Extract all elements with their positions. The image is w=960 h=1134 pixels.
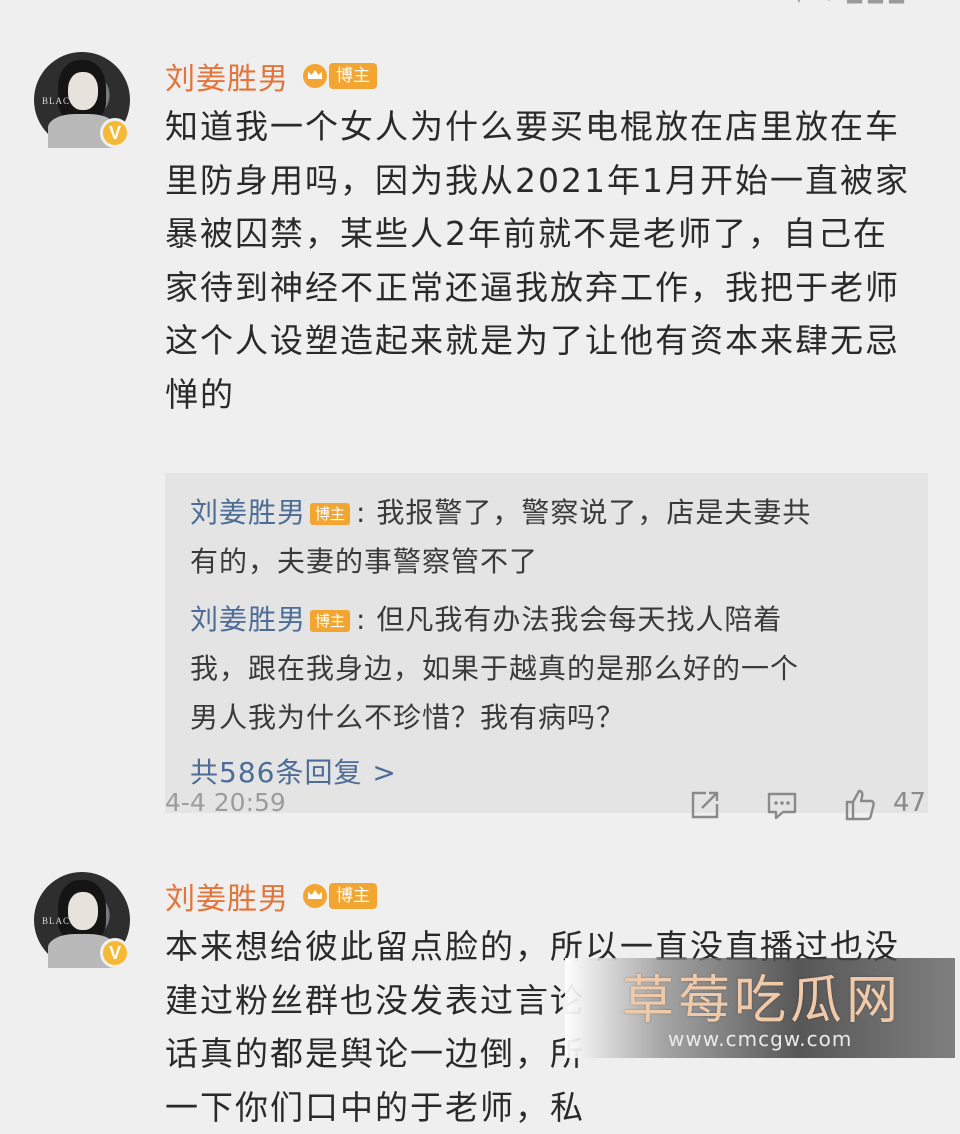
reply-text-line: 但凡我有办法我会每天找人陪着	[376, 603, 782, 636]
reply-box: 刘姜胜男博主: 我报警了，警察说了，店是夫妻共 有的，夫妻的事警察管不了 刘姜胜…	[165, 473, 928, 813]
crown-icon	[303, 884, 327, 908]
comment-icon[interactable]	[765, 788, 799, 822]
blogger-tag: 博主	[329, 883, 377, 909]
avatar-face	[68, 72, 98, 110]
share-icon[interactable]	[688, 788, 722, 822]
top-cutoff-actions: ⌐ ◦ ▬▬▬	[796, 0, 926, 8]
comment-line: 惮的	[165, 368, 915, 422]
comment-line: 这个人设塑造起来就是为了让他有资本来肆无忌	[165, 314, 915, 368]
reply-colon: :	[356, 603, 366, 636]
comment-header: 刘姜胜男 博主	[165, 56, 377, 96]
reply-text-line: 我报警了，警察说了，店是夫妻共	[376, 496, 811, 529]
reply-author[interactable]: 刘姜胜男	[190, 603, 306, 636]
blogger-tag: 博主	[329, 63, 377, 89]
avatar-brand-text: BLAC	[42, 916, 70, 926]
comment-text: 知道我一个女人为什么要买电棍放在店里放在车 里防身用吗，因为我从2021年1月开…	[165, 100, 915, 421]
reply-text-line: 有的，夫妻的事警察管不了	[190, 537, 880, 586]
avatar-brand-text: BLAC	[42, 96, 70, 106]
verified-badge-icon: V	[100, 938, 130, 968]
blogger-tag: 博主	[310, 503, 350, 525]
username[interactable]: 刘姜胜男	[165, 874, 289, 918]
comment-line: 里防身用吗，因为我从2021年1月开始一直被家	[165, 154, 915, 208]
username[interactable]: 刘姜胜男	[165, 54, 289, 98]
thumbs-up-icon[interactable]	[843, 788, 877, 822]
like-count: 47	[893, 788, 926, 818]
comment-line: 一下你们口中的于老师，私	[165, 1081, 915, 1134]
comment-header: 刘姜胜男 博主	[165, 876, 377, 916]
watermark-title: 草莓吃瓜网	[622, 958, 942, 1033]
comment-line: 家待到神经不正常还逼我放弃工作，我把于老师	[165, 261, 915, 315]
reply-text-line: 男人我为什么不珍惜？我有病吗？	[190, 693, 880, 742]
reply-item[interactable]: 刘姜胜男博主: 但凡我有办法我会每天找人陪着 我，跟在我身边，如果于越真的是那么…	[190, 595, 880, 742]
view-replies-link[interactable]: 共586条回复 >	[190, 751, 397, 791]
blogger-tag: 博主	[310, 610, 350, 632]
verified-badge-icon: V	[100, 118, 130, 148]
timestamp: 4-4 20:59	[165, 788, 286, 817]
reply-item[interactable]: 刘姜胜男博主: 我报警了，警察说了，店是夫妻共 有的，夫妻的事警察管不了	[190, 488, 880, 586]
comment-line: 知道我一个女人为什么要买电棍放在店里放在车	[165, 100, 915, 154]
reply-author[interactable]: 刘姜胜男	[190, 496, 306, 529]
avatar-face	[68, 892, 98, 930]
reply-text-line: 我，跟在我身边，如果于越真的是那么好的一个	[190, 644, 880, 693]
reply-colon: :	[356, 496, 366, 529]
comment-line: 暴被囚禁，某些人2年前就不是老师了，自己在	[165, 207, 915, 261]
crown-icon	[303, 64, 327, 88]
comment-footer: 4-4 20:59 47	[165, 788, 930, 828]
watermark-url: www.cmcgw.com	[668, 1027, 852, 1051]
